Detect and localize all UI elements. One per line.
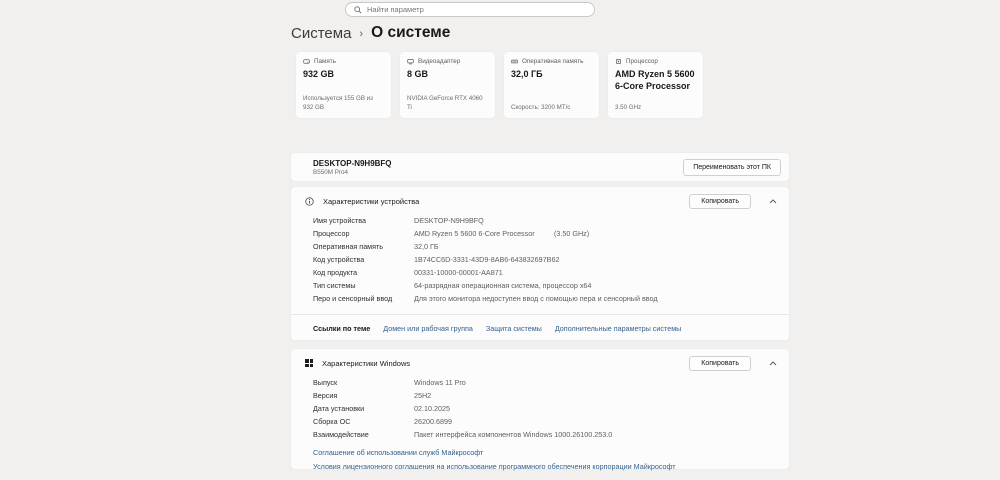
spec-row-experience: Взаимодействие Пакет интерфейса компонен… [313,430,789,443]
card-gpu[interactable]: Видеоадаптер 8 GB NVIDIA GeForce RTX 406… [399,51,496,119]
spec-label: Код устройства [313,255,414,264]
spec-value: 00331-10000-00001-AA871 [414,268,554,277]
copy-windows-specs-button[interactable]: Копировать [689,356,751,371]
gpu-icon [407,58,414,65]
device-name-bar: DESKTOP-N9H9BFQ B550M Pro4 Переименовать… [290,152,790,182]
spec-value: Пакет интерфейса компонентов Windows 100… [414,430,612,439]
card-detail: 3.50 GHz [615,104,696,112]
device-name: DESKTOP-N9H9BFQ [313,159,392,168]
spec-extra: (3.50 GHz) [554,229,589,238]
search-icon [354,6,362,14]
card-value: 8 GB [407,69,488,81]
section-title: Характеристики Windows [322,359,410,368]
related-links: Ссылки по теме Домен или рабочая группа … [291,315,789,333]
spec-row-os-build: Сборка ОС 26200.6899 [313,417,789,430]
windows-specs-header[interactable]: Характеристики Windows Копировать [291,349,789,377]
spec-row-pen-touch: Перо и сенсорный ввод Для этого монитора… [313,294,789,307]
card-detail: Используется 155 GB из 932 GB [303,95,384,112]
spec-label: Выпуск [313,378,414,387]
search-box[interactable] [345,2,595,17]
spec-value: 32,0 ГБ [414,242,554,251]
card-detail: NVIDIA GeForce RTX 4060 Ti [407,95,488,112]
device-specs-section: Характеристики устройства Копировать Имя… [290,186,790,341]
spec-label: Код продукта [313,268,414,277]
spec-value: Windows 11 Pro [414,378,554,387]
link-domain-workgroup[interactable]: Домен или рабочая группа [383,324,473,333]
spec-value: 26200.6899 [414,417,554,426]
spec-row-system-type: Тип системы 64-разрядная операционная си… [313,281,789,294]
spec-label: Сборка ОС [313,417,414,426]
related-links-label: Ссылки по теме [313,324,370,333]
card-label: Память [314,58,336,65]
card-value: AMD Ryzen 5 5600 6-Core Processor [615,69,696,92]
spec-row-ram: Оперативная память 32,0 ГБ [313,242,789,255]
copy-device-specs-button[interactable]: Копировать [689,194,751,209]
windows-legal-links: Соглашение об использовании служб Майкро… [291,443,789,471]
spec-label: Процессор [313,229,414,238]
search-input[interactable] [367,5,586,14]
spec-value: Для этого монитора недоступен ввод с пом… [414,294,658,303]
spec-value: 64-разрядная операционная система, проце… [414,281,591,290]
spec-label: Имя устройства [313,216,414,225]
windows-logo-icon [305,359,313,367]
spec-row-install-date: Дата установки 02.10.2025 [313,404,789,417]
spec-label: Перо и сенсорный ввод [313,294,414,303]
card-ram[interactable]: Оперативная память 32,0 ГБ Скорость: 320… [503,51,600,119]
card-value: 932 GB [303,69,384,81]
spec-label: Дата установки [313,404,414,413]
spec-row-version: Версия 25H2 [313,391,789,404]
breadcrumb-separator: › [359,27,363,40]
device-spec-rows: Имя устройства DESKTOP-N9H9BFQ Процессор… [291,215,789,307]
settings-about-page: Система › О системе Память 932 GB Исполь… [0,0,1000,480]
link-advanced-system-settings[interactable]: Дополнительные параметры системы [555,324,681,333]
chevron-up-icon[interactable] [769,361,777,366]
cpu-icon [615,58,622,65]
info-icon [305,197,314,206]
spec-label: Оперативная память [313,242,414,251]
breadcrumb: Система › О системе [291,24,450,42]
page-title: О системе [371,24,450,42]
summary-cards: Память 932 GB Используется 155 GB из 932… [295,51,704,119]
storage-icon [303,58,310,65]
spec-row-product-id: Код продукта 00331-10000-00001-AA871 [313,268,789,281]
windows-spec-rows: Выпуск Windows 11 Pro Версия 25H2 Дата у… [291,377,789,443]
chevron-up-icon[interactable] [769,199,777,204]
windows-specs-section: Характеристики Windows Копировать Выпуск… [290,348,790,470]
spec-value: 25H2 [414,391,554,400]
section-title: Характеристики устройства [323,197,419,206]
spec-row-processor: Процессор AMD Ryzen 5 5600 6-Core Proces… [313,229,789,242]
spec-value: AMD Ryzen 5 5600 6-Core Processor [414,229,554,238]
card-label: Оперативная память [522,58,583,65]
card-label: Процессор [626,58,658,65]
ram-icon [511,58,518,65]
spec-row-device-name: Имя устройства DESKTOP-N9H9BFQ [313,216,789,229]
rename-pc-button[interactable]: Переименовать этот ПК [683,159,781,176]
spec-row-edition: Выпуск Windows 11 Pro [313,378,789,391]
breadcrumb-system[interactable]: Система [291,25,351,42]
spec-label: Взаимодействие [313,430,414,439]
spec-value: 1B74CC6D-3331-43D9-8AB6-643832697B62 [414,255,559,264]
link-services-agreement[interactable]: Соглашение об использовании служб Майкро… [313,448,789,457]
spec-label: Тип системы [313,281,414,290]
spec-label: Версия [313,391,414,400]
card-cpu[interactable]: Процессор AMD Ryzen 5 5600 6-Core Proces… [607,51,704,119]
link-license-terms[interactable]: Условия лицензионного соглашения на испо… [313,462,789,471]
spec-value: DESKTOP-N9H9BFQ [414,216,554,225]
device-specs-header[interactable]: Характеристики устройства Копировать [291,187,789,215]
card-value: 32,0 ГБ [511,69,592,81]
card-label: Видеоадаптер [418,58,460,65]
spec-value: 02.10.2025 [414,404,554,413]
spec-row-device-id: Код устройства 1B74CC6D-3331-43D9-8AB6-6… [313,255,789,268]
card-storage[interactable]: Память 932 GB Используется 155 GB из 932… [295,51,392,119]
card-detail: Скорость: 3200 МТ/с [511,104,592,112]
device-model: B550M Pro4 [313,169,392,176]
link-system-protection[interactable]: Защита системы [486,324,542,333]
